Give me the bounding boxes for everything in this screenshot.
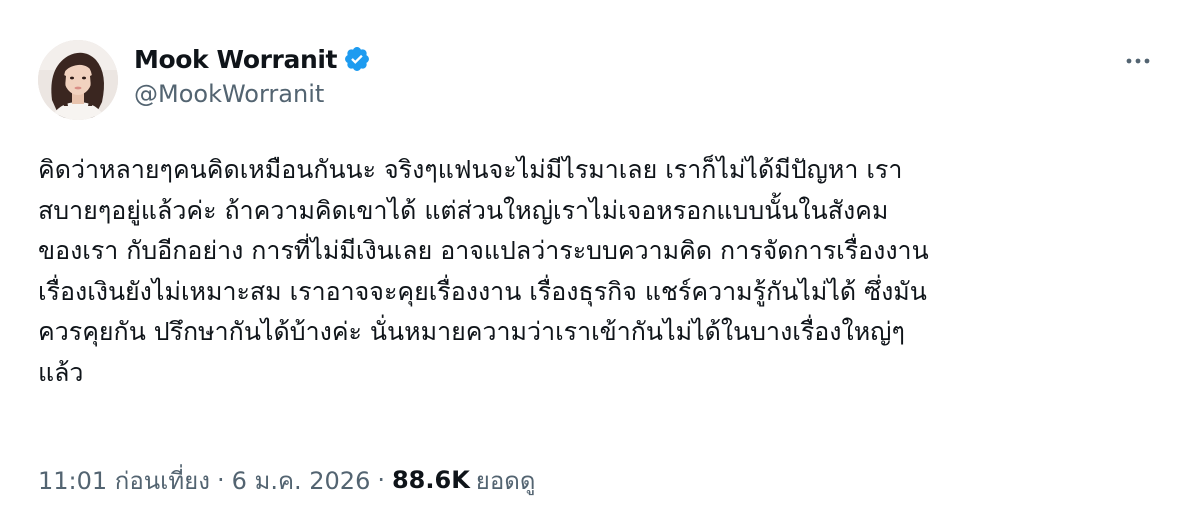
- views-count[interactable]: 88.6K: [392, 466, 470, 494]
- author-display-name[interactable]: Mook Worranit: [134, 45, 337, 74]
- author-handle[interactable]: @MookWorranit: [134, 80, 324, 108]
- tweet-text-line: แล้ว: [38, 357, 84, 387]
- meta-separator: ·: [216, 466, 225, 494]
- tweet-time[interactable]: 11:01 ก่อนเที่ยง: [38, 461, 210, 500]
- tweet-text-line: คิดว่าหลายๆคนคิดเหมือนกันนะ จริงๆแฟนจะไม…: [38, 155, 903, 184]
- author-name-row: Mook Worranit: [134, 40, 371, 78]
- tweet-text: คิดว่าหลายๆคนคิดเหมือนกันนะ จริงๆแฟนจะไม…: [38, 150, 1168, 394]
- verified-badge-icon[interactable]: [343, 45, 371, 73]
- avatar[interactable]: [38, 40, 118, 120]
- tweet-text-line: เรื่องเงินยังไม่เหมาะสม เราอาจจะคุยเรื่อ…: [38, 276, 927, 306]
- views-label: ยอดดู: [475, 466, 536, 495]
- tweet-date[interactable]: 6 ม.ค. 2026: [232, 461, 371, 500]
- meta-separator: ·: [377, 466, 385, 494]
- avatar-image: [38, 40, 118, 120]
- more-options-icon[interactable]: [1118, 46, 1158, 76]
- tweet-text-line: ควรคุยกัน ปรึกษากันได้บ้างค่ะ นั่นหมายคว…: [38, 317, 905, 347]
- tweet-text-line: ของเรา กับอีกอย่าง การที่ไม่มีเงินเลย อา…: [38, 236, 929, 266]
- tweet-meta: 11:01 ก่อนเที่ยง · 6 ม.ค. 2026 · 88.6K ย…: [38, 462, 535, 498]
- tweet-card: Mook Worranit @MookWorranit คิดว่าหลายๆค…: [0, 0, 1200, 518]
- tweet-text-line: สบายๆอยู่แล้วค่ะ ถ้าความคิดเขาได้ แต่ส่ว…: [38, 195, 889, 225]
